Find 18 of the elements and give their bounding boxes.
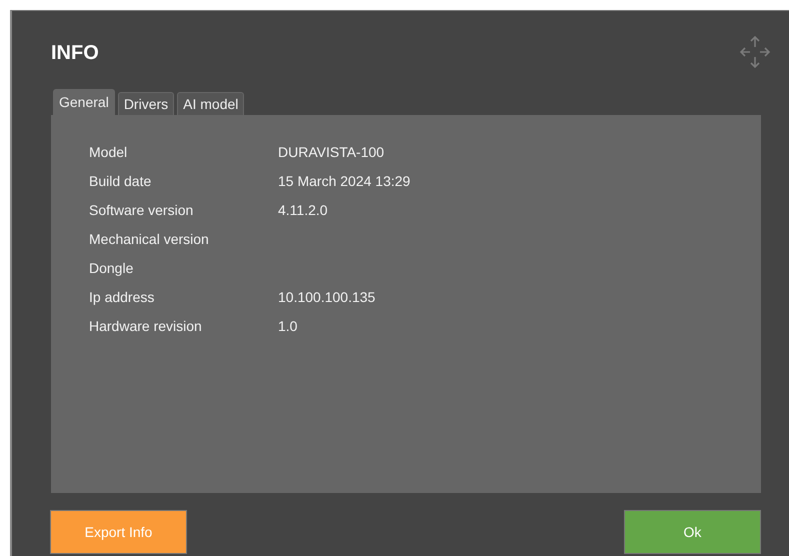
ok-button[interactable]: Ok xyxy=(624,510,761,554)
field-label: Software version xyxy=(89,201,194,219)
tab[interactable]: General xyxy=(53,89,115,115)
tab[interactable]: AI model xyxy=(177,92,244,115)
dialog-title: INFO xyxy=(51,42,99,64)
field-value: 15 March 2024 13:29 xyxy=(278,172,412,190)
field-label: Build date xyxy=(89,172,152,190)
field-label: Dongle xyxy=(89,259,134,277)
tab[interactable]: Drivers xyxy=(118,92,174,115)
field-label: Mechanical version xyxy=(89,230,210,248)
move-icon[interactable] xyxy=(739,35,771,69)
field-value: 4.11.2.0 xyxy=(278,201,329,219)
field-label: Model xyxy=(89,143,128,161)
field-value: 1.0 xyxy=(278,317,298,335)
field-label: Ip address xyxy=(89,288,156,306)
field-value: 10.100.100.135 xyxy=(278,288,376,306)
field-label: Hardware revision xyxy=(89,317,203,335)
field-value: DURAVISTA-100 xyxy=(278,143,386,161)
